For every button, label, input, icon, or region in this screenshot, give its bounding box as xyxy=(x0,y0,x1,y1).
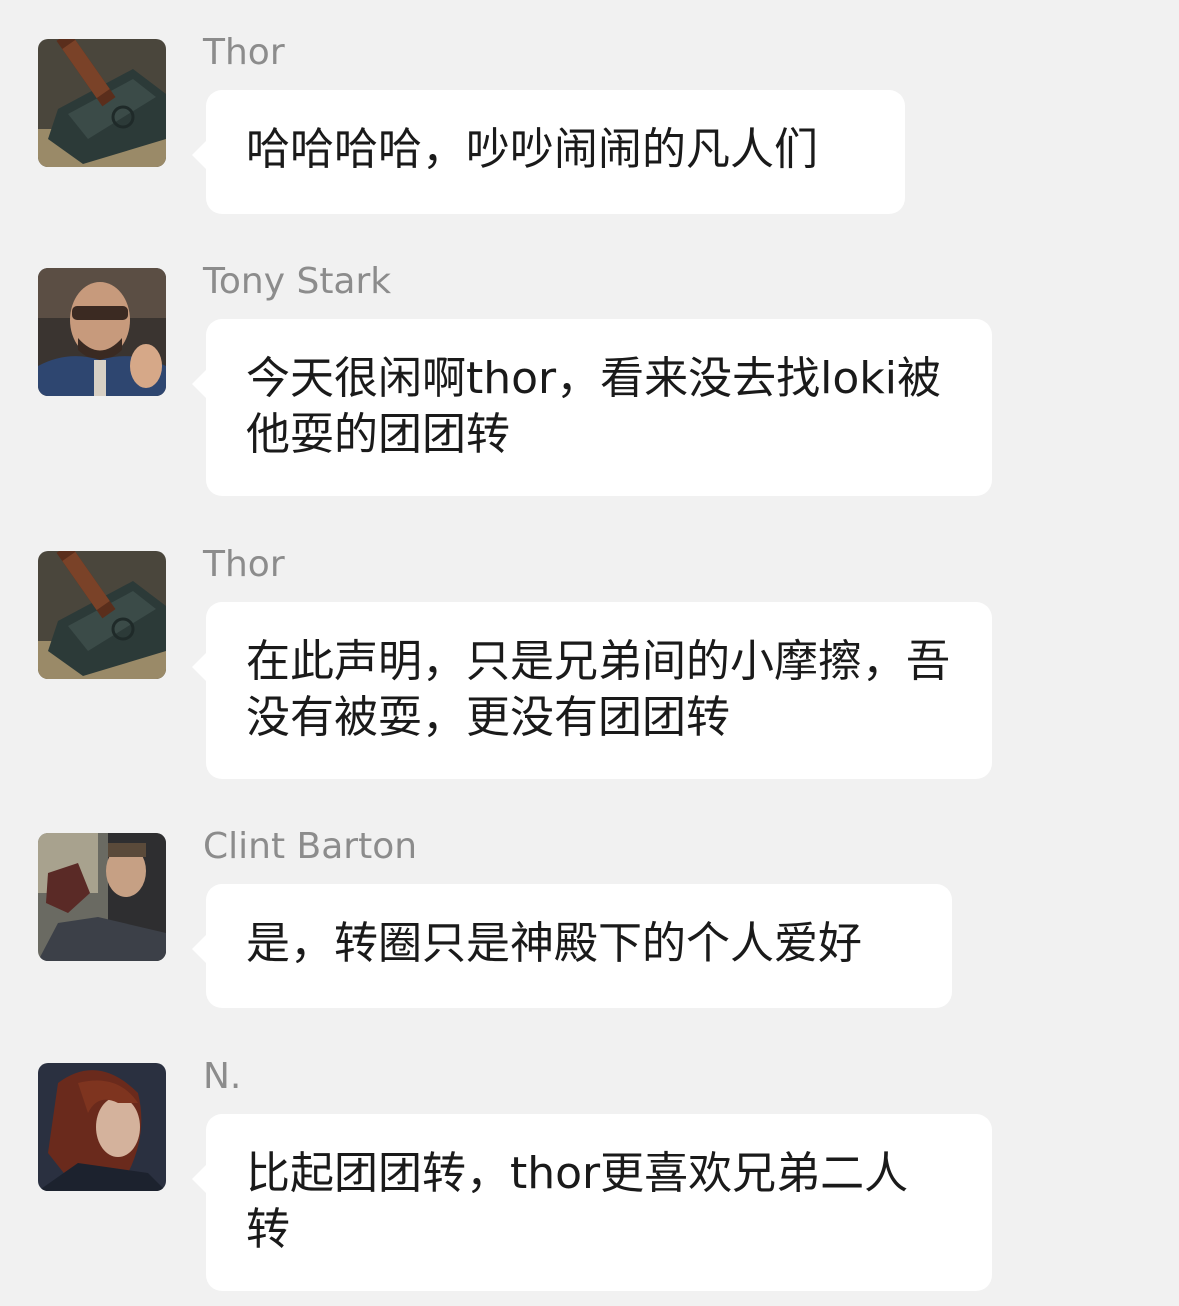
message-bubble[interactable]: 今天很闲啊thor，看来没去找loki被他耍的团团转 xyxy=(192,319,992,496)
clint-avatar-icon[interactable] xyxy=(38,833,166,961)
message-text: 是，转圈只是神殿下的个人爱好 xyxy=(246,918,862,969)
message-text: 在此声明，只是兄弟间的小摩擦，吾没有被耍，更没有团团转 xyxy=(246,636,950,743)
sender-name: Tony Stark xyxy=(203,261,392,302)
message-bubble[interactable]: 在此声明，只是兄弟间的小摩擦，吾没有被耍，更没有团团转 xyxy=(192,602,992,779)
message-bubble[interactable]: 比起团团转，thor更喜欢兄弟二人转 xyxy=(192,1114,992,1291)
message-text: 比起团团转，thor更喜欢兄弟二人转 xyxy=(246,1148,909,1255)
sender-name: Thor xyxy=(203,32,285,73)
message-text: 今天很闲啊thor，看来没去找loki被他耍的团团转 xyxy=(246,353,941,460)
sender-name: Clint Barton xyxy=(203,826,418,867)
hammer-avatar-icon[interactable] xyxy=(38,551,166,679)
sender-name: Thor xyxy=(203,544,285,585)
natasha-avatar-icon[interactable] xyxy=(38,1063,166,1191)
chat-message-list: Thor 哈哈哈哈，吵吵闹闹的凡人们 Tony Stark 今天很闲啊thor，… xyxy=(0,0,1179,1306)
message-bubble[interactable]: 是，转圈只是神殿下的个人爱好 xyxy=(192,884,952,1008)
hammer-avatar-icon[interactable] xyxy=(38,39,166,167)
message-text: 哈哈哈哈，吵吵闹闹的凡人们 xyxy=(246,124,818,175)
message-bubble[interactable]: 哈哈哈哈，吵吵闹闹的凡人们 xyxy=(192,90,905,214)
sender-name: N. xyxy=(203,1056,242,1097)
tony-avatar-icon[interactable] xyxy=(38,268,166,396)
